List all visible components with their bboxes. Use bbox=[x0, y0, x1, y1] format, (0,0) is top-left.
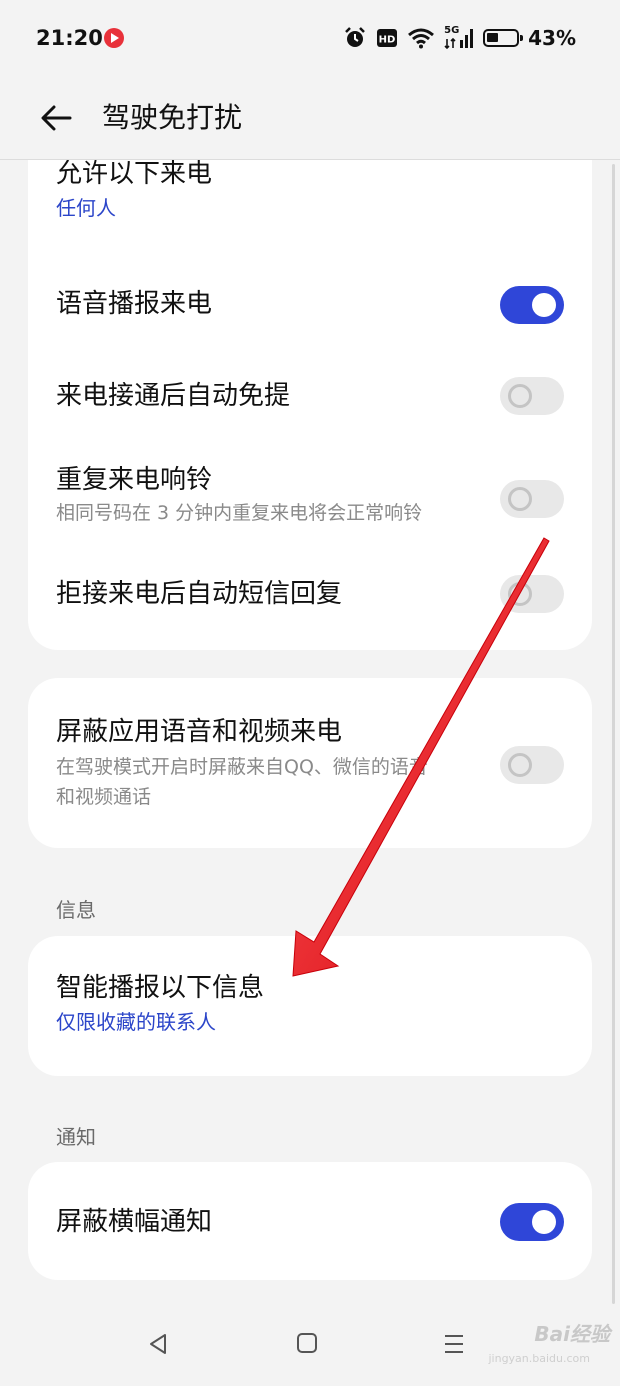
back-arrow-icon[interactable] bbox=[36, 98, 76, 138]
notifications-section-label: 通知 bbox=[56, 1125, 96, 1149]
messages-section-label: 信息 bbox=[56, 898, 96, 922]
repeat-ring-toggle[interactable] bbox=[500, 480, 564, 518]
page-title: 驾驶免打扰 bbox=[102, 101, 243, 134]
block-banner-title: 屏蔽横幅通知 bbox=[56, 1207, 213, 1237]
allow-calls-value: 任何人 bbox=[56, 196, 116, 220]
auto-sms-toggle[interactable] bbox=[500, 575, 564, 613]
smart-announce-value: 仅限收藏的联系人 bbox=[56, 1010, 216, 1034]
voice-announce-item[interactable]: 语音播报来电 bbox=[56, 274, 564, 334]
nav-home-icon[interactable] bbox=[296, 1332, 318, 1354]
scrollbar[interactable] bbox=[612, 164, 615, 1304]
voice-announce-toggle[interactable] bbox=[500, 286, 564, 324]
battery-icon bbox=[483, 29, 524, 47]
smart-announce-title: 智能播报以下信息 bbox=[56, 973, 265, 1003]
toggle-knob bbox=[508, 753, 532, 777]
allow-calls-item[interactable]: 允许以下来电 任何人 bbox=[56, 160, 564, 244]
toggle-knob bbox=[532, 293, 556, 317]
status-icons: HD 5G 43% bbox=[343, 24, 576, 52]
app-header: 驾驶免打扰 bbox=[0, 76, 620, 160]
hd-icon: HD bbox=[377, 29, 398, 47]
toggle-knob bbox=[532, 1210, 556, 1234]
auto-speaker-item[interactable]: 来电接通后自动免提 bbox=[56, 366, 564, 426]
alarm-icon bbox=[345, 27, 366, 47]
block-app-calls-desc: 在驾驶模式开启时屏蔽来自QQ、微信的语音 和视频通话 bbox=[56, 752, 564, 812]
smart-announce-item[interactable]: 智能播报以下信息 仅限收藏的联系人 bbox=[56, 970, 564, 1050]
nav-menu-icon[interactable] bbox=[442, 1332, 466, 1356]
record-icon bbox=[104, 28, 124, 48]
repeat-ring-desc: 相同号码在 3 分钟内重复来电将会正常响铃 bbox=[56, 502, 423, 524]
status-bar: 21:20 HD 5G 43% bbox=[0, 0, 620, 76]
signal-icon: 5G bbox=[444, 25, 474, 50]
watermark-brand: Bai经验 bbox=[534, 1322, 610, 1346]
settings-list[interactable]: 允许以下来电 任何人 语音播报来电 来电接通后自动免提 重复来电响铃 相同号码在… bbox=[0, 160, 620, 1310]
status-time: 21:20 bbox=[36, 26, 103, 50]
block-app-calls-desc-line2: 和视频通话 bbox=[56, 786, 152, 808]
voice-announce-title: 语音播报来电 bbox=[56, 289, 213, 319]
battery-percent: 43% bbox=[528, 26, 576, 50]
toggle-knob bbox=[508, 384, 532, 408]
notifications-card: 屏蔽横幅通知 bbox=[28, 1162, 592, 1280]
block-app-calls-item[interactable]: 屏蔽应用语音和视频来电 在驾驶模式开启时屏蔽来自QQ、微信的语音 和视频通话 bbox=[56, 714, 564, 824]
app-calls-card: 屏蔽应用语音和视频来电 在驾驶模式开启时屏蔽来自QQ、微信的语音 和视频通话 bbox=[28, 678, 592, 848]
auto-sms-title: 拒接来电后自动短信回复 bbox=[56, 579, 343, 609]
nav-back-icon[interactable] bbox=[146, 1332, 170, 1356]
auto-speaker-toggle[interactable] bbox=[500, 377, 564, 415]
toggle-knob bbox=[508, 582, 532, 606]
system-nav-bar bbox=[0, 1310, 620, 1386]
auto-sms-item[interactable]: 拒接来电后自动短信回复 bbox=[56, 564, 564, 624]
messages-card: 智能播报以下信息 仅限收藏的联系人 bbox=[28, 936, 592, 1076]
allow-calls-title: 允许以下来电 bbox=[56, 160, 213, 189]
block-banner-toggle[interactable] bbox=[500, 1203, 564, 1241]
block-banner-item[interactable]: 屏蔽横幅通知 bbox=[56, 1192, 564, 1252]
calls-card: 允许以下来电 任何人 语音播报来电 来电接通后自动免提 重复来电响铃 相同号码在… bbox=[28, 160, 592, 650]
svg-text:HD: HD bbox=[379, 35, 396, 46]
block-app-calls-title: 屏蔽应用语音和视频来电 bbox=[56, 717, 343, 747]
repeat-ring-item[interactable]: 重复来电响铃 相同号码在 3 分钟内重复来电将会正常响铃 bbox=[56, 450, 564, 550]
wifi-icon bbox=[408, 28, 435, 49]
watermark-url: jingyan.baidu.com bbox=[488, 1352, 590, 1365]
block-app-calls-desc-line1: 在驾驶模式开启时屏蔽来自QQ、微信的语音 bbox=[56, 756, 428, 778]
block-app-calls-toggle[interactable] bbox=[500, 746, 564, 784]
repeat-ring-title: 重复来电响铃 bbox=[56, 465, 213, 495]
toggle-knob bbox=[508, 487, 532, 511]
auto-speaker-title: 来电接通后自动免提 bbox=[56, 381, 291, 411]
